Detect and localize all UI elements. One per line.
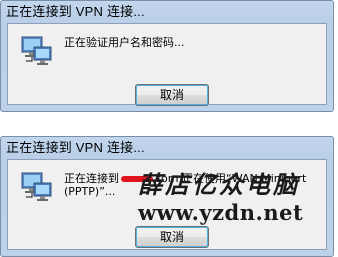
- message-device: com 正在使用“WAN Miniport: [155, 172, 307, 185]
- dialog-title: 正在连接到 VPN 连接...: [6, 4, 145, 19]
- dialog-content: 正在连接到 com 正在使用“WAN Miniport (PPTP)”... 取消: [7, 159, 327, 250]
- vpn-connecting-dialog-2: 正在连接到 VPN 连接... 正在连接到 com 正在使用“WAN Minipo…: [0, 136, 334, 257]
- dialog-content: 正在验证用户名和密码... 取消: [7, 23, 327, 106]
- redaction-mark: [121, 176, 153, 182]
- message-protocol: (PPTP)”...: [64, 185, 116, 198]
- status-message: 正在验证用户名和密码...: [64, 36, 185, 49]
- dialog-title: 正在连接到 VPN 连接...: [6, 140, 145, 155]
- vpn-connecting-dialog-1: 正在连接到 VPN 连接... 正在验证用户名和密码... 取消: [0, 0, 334, 112]
- cancel-button[interactable]: 取消: [135, 84, 209, 106]
- status-message: 正在连接到 com 正在使用“WAN Miniport (PPTP)”...: [64, 172, 320, 198]
- network-connection-icon: [21, 36, 52, 65]
- message-prefix: 正在连接到: [64, 172, 119, 185]
- cancel-button[interactable]: 取消: [135, 226, 209, 248]
- network-connection-icon: [21, 172, 52, 201]
